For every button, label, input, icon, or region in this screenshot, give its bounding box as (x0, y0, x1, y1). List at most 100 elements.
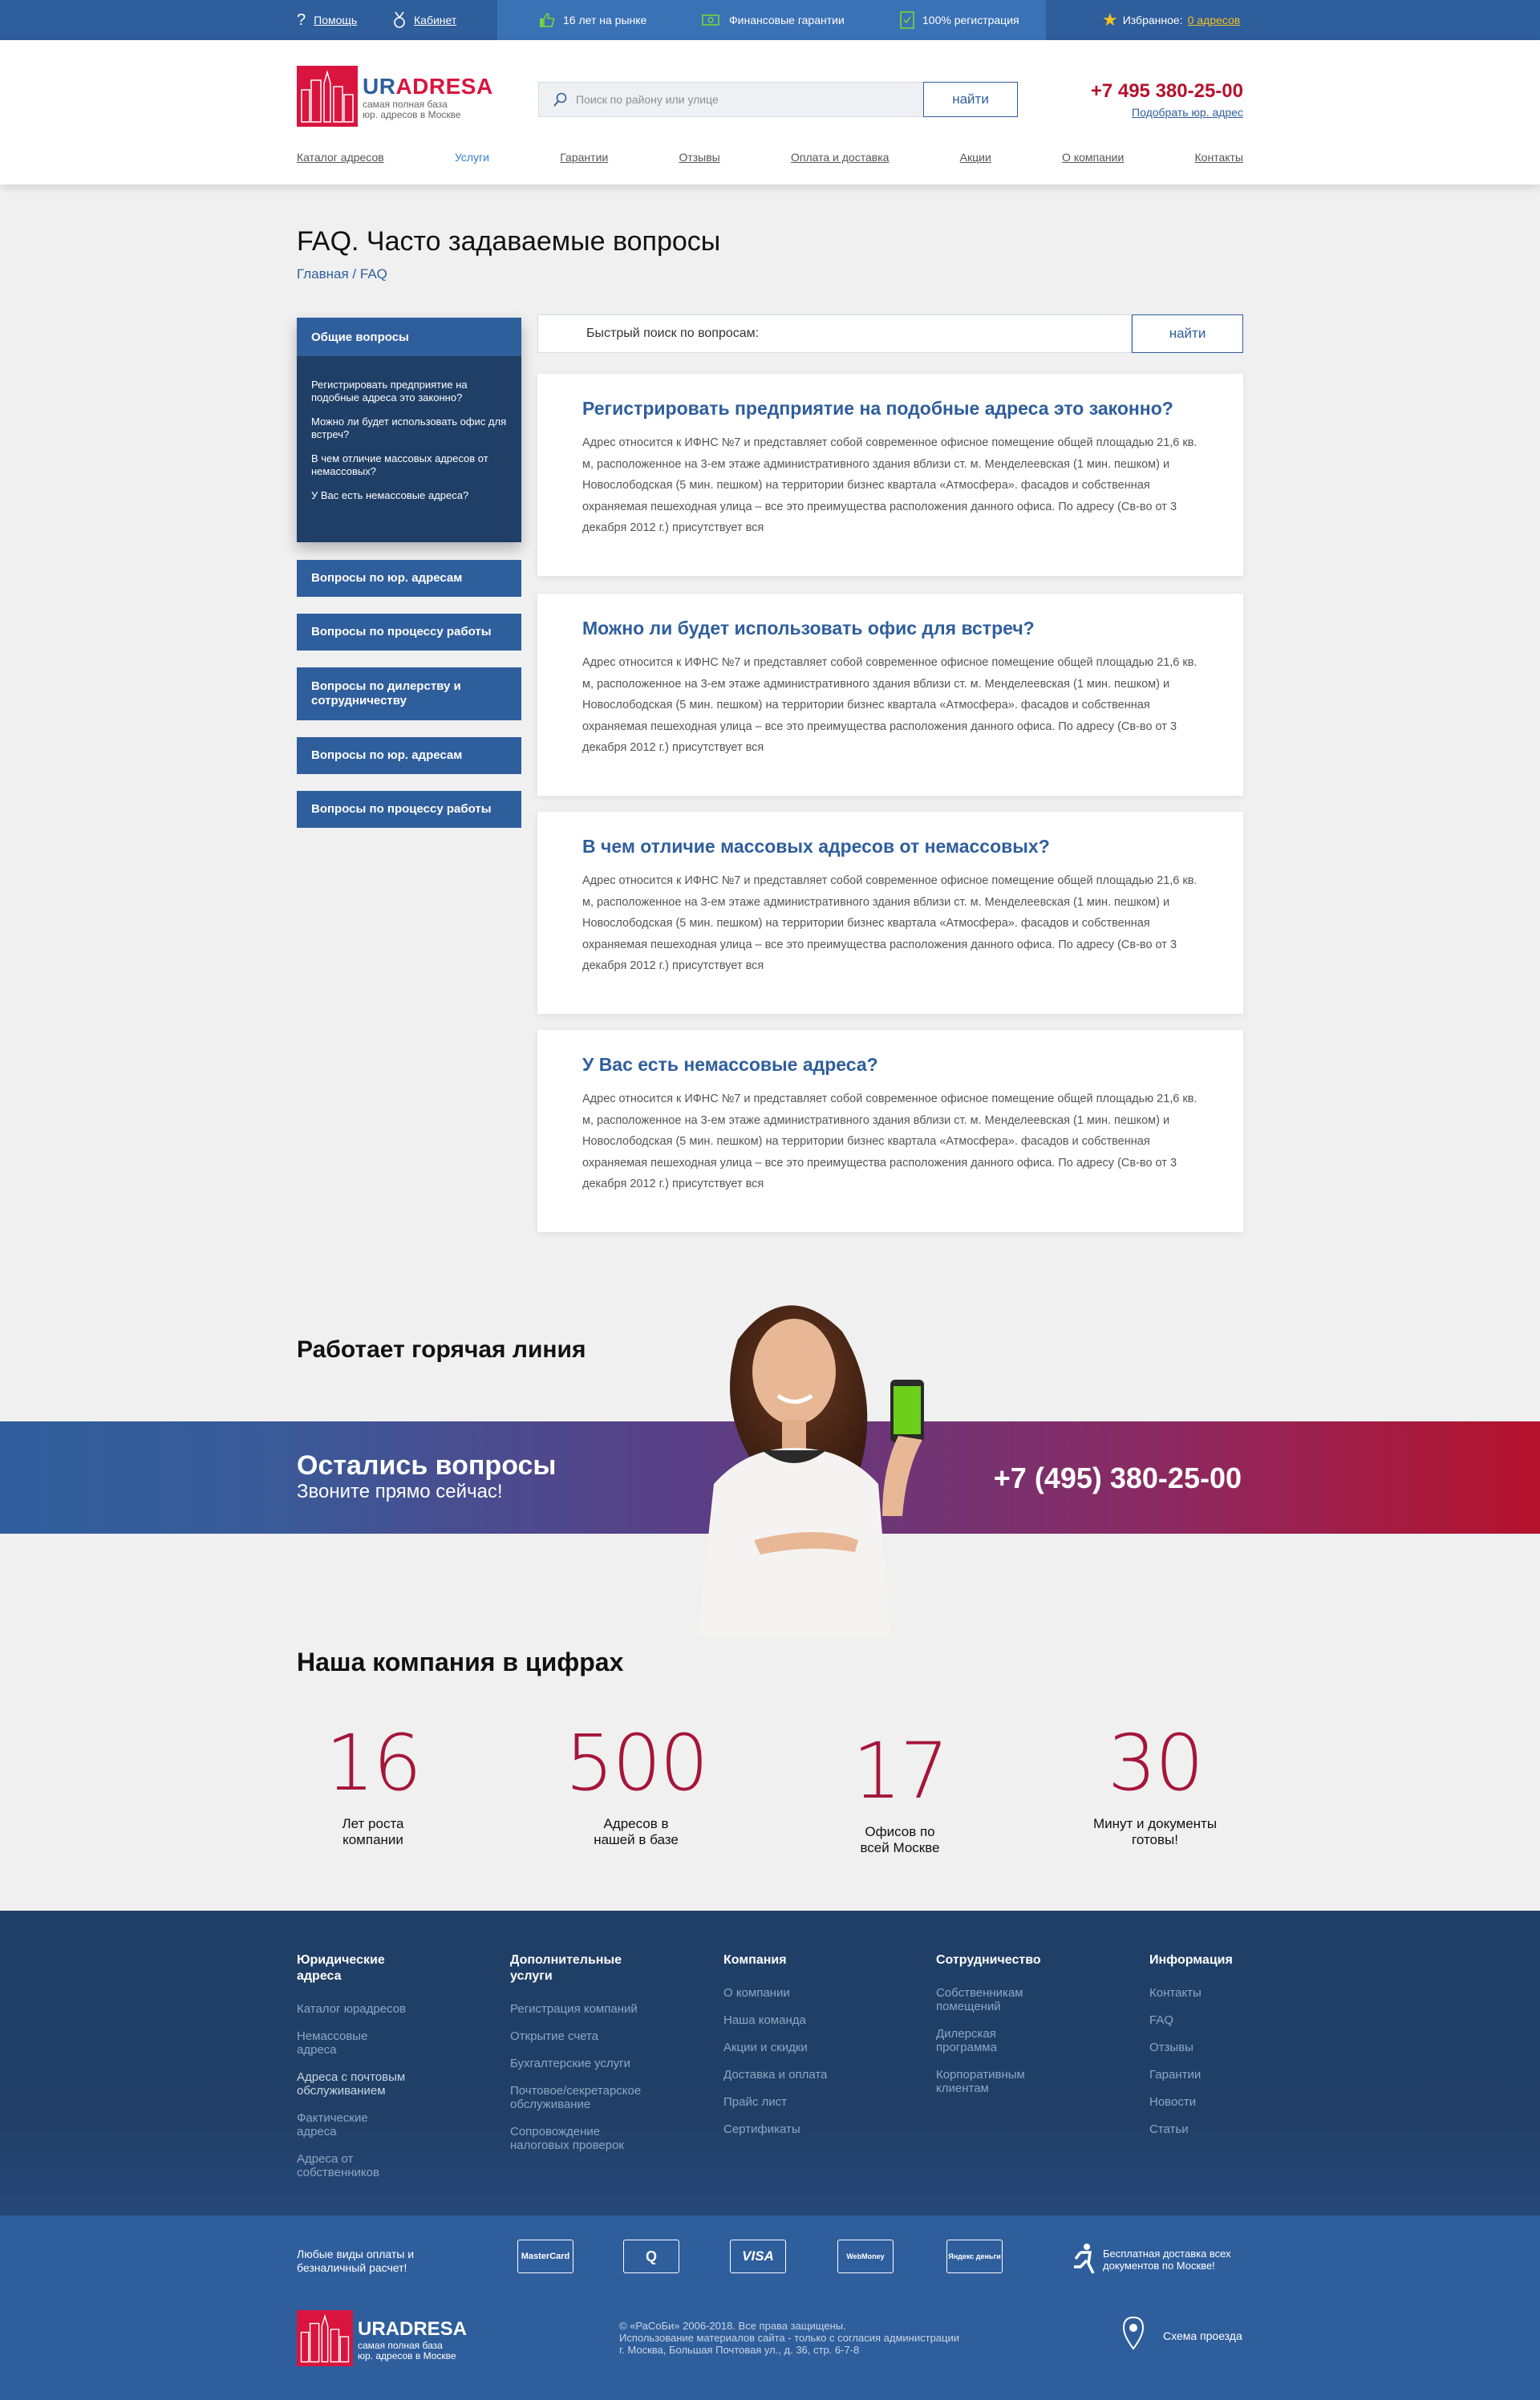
hotline-phone[interactable]: +7 (495) 380-25-00 (994, 1461, 1242, 1495)
footer-link[interactable]: О компании (723, 1986, 908, 2000)
sidebar-item-dealership[interactable]: Вопросы по дилерству и сотрудничеству (297, 667, 521, 720)
header-phone[interactable]: +7 495 380-25-00 (1091, 80, 1243, 103)
star-icon: ★ (1102, 10, 1118, 30)
operator-woman-image (698, 1305, 924, 1636)
footer-link[interactable]: Адреса с почтовым обслуживанием (297, 2070, 409, 2098)
visa-icon: VISA (730, 2240, 786, 2273)
stat-label: Адресов в нашей в базе (594, 1816, 679, 1847)
footer-link[interactable]: Немассовые адреса (297, 2029, 409, 2057)
sidebar-question-3[interactable]: В чем отличие массовых адресов от немасс… (297, 452, 521, 478)
footer-link[interactable]: Новости (1149, 2095, 1262, 2109)
stat-offices: 17 Офисов по всей Москве (804, 1731, 996, 1856)
footer-link[interactable]: Статьи (1149, 2122, 1262, 2136)
footer-link[interactable]: FAQ (1149, 2013, 1262, 2027)
sidebar-item-general[interactable]: Общие вопросы (297, 318, 521, 356)
pick-address-link[interactable]: Подобрать юр. адрес (1132, 106, 1243, 119)
faq-question[interactable]: Регистрировать предприятие на подобные а… (582, 398, 1198, 420)
footer-link[interactable]: Сопровождение налоговых проверок (510, 2125, 646, 2152)
footer-link[interactable]: Адреса от собственников (297, 2152, 409, 2179)
money-icon (702, 14, 719, 26)
logo-sub2: юр. адресов в Москве (363, 109, 461, 120)
sidebar-item-work-process-2[interactable]: Вопросы по процессу работы (297, 791, 521, 828)
hotline-title: Работает горячая линия (297, 1336, 586, 1363)
nav-reviews[interactable]: Отзывы (679, 151, 719, 164)
nav-catalog[interactable]: Каталог адресов (297, 151, 384, 164)
nav-contacts[interactable]: Контакты (1195, 151, 1243, 164)
document-check-icon (900, 11, 914, 29)
breadcrumb[interactable]: Главная / FAQ (297, 266, 387, 282)
sidebar-question-2[interactable]: Можно ли будет использовать офис для вст… (297, 416, 521, 441)
main-nav: Каталог адресов Услуги Гарантии Отзывы О… (297, 151, 1243, 164)
footer-link[interactable]: Доставка и оплата (723, 2068, 908, 2082)
sidebar-question-4[interactable]: У Вас есть немассовые адреса? (297, 489, 521, 502)
footer-col-title: Юридические адреса (297, 1953, 385, 1983)
stats-title: Наша компания в цифрах (297, 1648, 624, 1676)
stat-label: Минут и документы готовы! (1092, 1816, 1218, 1847)
footer-link[interactable]: Гарантии (1149, 2068, 1262, 2082)
favorites-count[interactable]: 0 адресов (1188, 14, 1241, 26)
delivery-text: Бесплатная доставка всех документов по М… (1103, 2248, 1231, 2272)
footer-link[interactable]: Открытие счета (510, 2029, 671, 2043)
footer-link[interactable]: Прайс лист (723, 2095, 908, 2109)
footer-link[interactable]: Корпоративным клиентам (936, 2068, 1048, 2095)
footer-logo-sub: самая полная база юр. адресов в Москве (358, 2341, 456, 2361)
help-link[interactable]: ? Помощь (297, 0, 357, 40)
copyright-line2: Использование материалов сайта - только … (619, 2332, 960, 2344)
search-input[interactable]: Поиск по району или улице (538, 82, 925, 117)
faq-question[interactable]: Можно ли будет использовать офис для вст… (582, 618, 1198, 639)
sidebar-item-work-process[interactable]: Вопросы по процессу работы (297, 614, 521, 651)
feature-years: 16 лет на рынке (539, 0, 646, 40)
header: URADRESA самая полная база юр. адресов в… (0, 40, 1540, 184)
footer-link[interactable]: Почтовое/секретарское обслуживание (510, 2084, 663, 2111)
band-subtitle: Звоните прямо сейчас! (297, 1481, 503, 1502)
footer-link[interactable]: Бухгалтерские услуги (510, 2057, 671, 2070)
faq-question[interactable]: В чем отличие массовых адресов от немасс… (582, 836, 1198, 857)
footer-logo-text[interactable]: URADRESA (358, 2318, 467, 2341)
stat-number: 500 (565, 1718, 708, 1808)
nav-promos[interactable]: Акции (960, 151, 991, 164)
faq-question[interactable]: У Вас есть немассовые адреса? (582, 1054, 1198, 1076)
logo[interactable] (297, 66, 358, 131)
faq-answer: Адрес относится к ИФНС №7 и представляет… (582, 656, 1198, 754)
favorites[interactable]: ★ Избранное: 0 адресов (1102, 0, 1240, 40)
stat-number: 30 (1107, 1718, 1204, 1808)
faq-search-button[interactable]: найти (1132, 314, 1243, 353)
sidebar-item-legal-addresses[interactable]: Вопросы по юр. адресам (297, 560, 521, 597)
nav-services[interactable]: Услуги (455, 151, 489, 164)
footer-link[interactable]: Фактические адреса (297, 2111, 409, 2139)
nav-payment[interactable]: Оплата и доставка (791, 151, 889, 164)
copyright-line3: г. Москва, Большая Почтовая ул., д. 36, … (619, 2344, 860, 2356)
sidebar-general-questions: Общие вопросы Регистрировать предприятие… (297, 318, 521, 542)
footer-logo-sub2: юр. адресов в Москве (358, 2350, 456, 2361)
footer-link[interactable]: Контакты (1149, 1986, 1262, 2000)
sidebar-item-legal-addresses-2[interactable]: Вопросы по юр. адресам (297, 737, 521, 774)
webmoney-icon: WebMoney (837, 2240, 894, 2273)
footer-link[interactable]: Сертификаты (723, 2122, 908, 2136)
footer-link[interactable]: Наша команда (723, 2013, 908, 2027)
page-title: FAQ. Часто задаваемые вопросы (297, 226, 721, 257)
search-button[interactable]: найти (923, 82, 1018, 117)
footer-link[interactable]: Собственникам помещений (936, 1986, 1048, 2013)
cabinet-link[interactable]: Кабинет (393, 0, 456, 40)
faq-search-input[interactable]: Быстрый поиск по вопросам: (537, 314, 1132, 353)
stat-years: 16 Лет роста компании (277, 1723, 469, 1848)
footer-logo-icon[interactable] (297, 2310, 353, 2366)
footer-link[interactable]: Дилерская программа (936, 2027, 1048, 2054)
footer-link[interactable]: Каталог юрадресов (297, 2002, 409, 2016)
nav-about[interactable]: О компании (1062, 151, 1124, 164)
footer-link[interactable]: Регистрация компаний (510, 2002, 671, 2016)
footer-link[interactable]: Акции и скидки (723, 2041, 908, 2054)
search-placeholder: Поиск по району или улице (576, 93, 719, 106)
footer-col-title: Информация (1149, 1953, 1233, 1967)
payment-text: Любые виды оплаты и безналичный расчет! (297, 2248, 415, 2274)
copyright: © «РаСоБи» 2006-2018. Все права защищены… (619, 2320, 959, 2356)
stat-label: Лет роста компании (342, 1816, 404, 1847)
feature-registration: 100% регистрация (900, 0, 1019, 40)
footer-col-info: Информация Контакты FAQ Отзывы Гарантии … (1149, 1952, 1262, 2150)
logo-text[interactable]: URADRESA самая полная база юр. адресов в… (363, 74, 493, 120)
footer-link[interactable]: Отзывы (1149, 2041, 1262, 2054)
route-scheme-link[interactable]: Схема проезда (1163, 2329, 1242, 2342)
faq-card: Регистрировать предприятие на подобные а… (537, 374, 1243, 576)
nav-guarantees[interactable]: Гарантии (560, 151, 608, 164)
sidebar-question-1[interactable]: Регистрировать предприятие на подобные а… (297, 379, 521, 404)
